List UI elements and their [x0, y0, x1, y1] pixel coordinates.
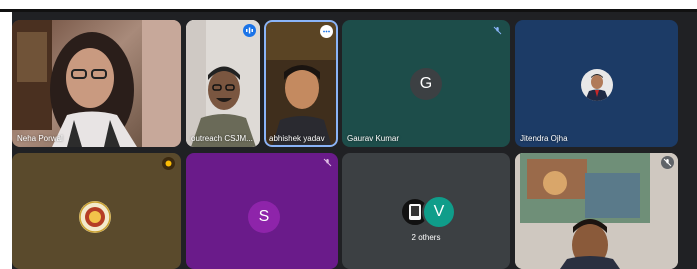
- participant-video: [186, 20, 260, 147]
- participant-tile-outreach[interactable]: outreach CSJM...: [186, 20, 260, 147]
- avatar: S: [248, 201, 280, 233]
- participant-tile-jitendra[interactable]: Jitendra Ojha: [515, 20, 678, 147]
- participant-tile-logo[interactable]: [12, 153, 181, 269]
- avatar: V: [422, 195, 456, 229]
- avatar: [581, 69, 613, 101]
- muted-mic-icon: [661, 156, 674, 169]
- meeting-stage: Neha Porwal outreach CSJM... abhishek ya…: [12, 12, 697, 269]
- more-options-icon[interactable]: [320, 25, 333, 38]
- others-tile[interactable]: V 2 others: [342, 153, 510, 269]
- raised-hand-icon: [162, 157, 175, 170]
- avatar: G: [410, 68, 442, 100]
- muted-mic-icon: [321, 156, 334, 169]
- participant-tile-abhishek[interactable]: abhishek yadav: [264, 20, 338, 147]
- participant-video: [264, 20, 338, 147]
- participant-name: Neha Porwal: [17, 134, 63, 143]
- participant-name: abhishek yadav: [269, 134, 325, 143]
- participant-tile-neha[interactable]: Neha Porwal: [12, 20, 181, 147]
- participant-name: Jitendra Ojha: [520, 134, 568, 143]
- audio-activity-icon: [243, 24, 256, 37]
- participant-tile-person[interactable]: [515, 153, 678, 269]
- participant-tile-s[interactable]: S: [186, 153, 338, 269]
- participant-name: Gaurav Kumar: [347, 134, 400, 143]
- participant-name: outreach CSJM...: [191, 134, 253, 143]
- participant-video: [515, 153, 678, 269]
- others-label: 2 others: [411, 233, 441, 242]
- muted-mic-icon: [491, 24, 504, 37]
- university-logo: [79, 201, 111, 233]
- participant-tile-gaurav[interactable]: G Gaurav Kumar: [342, 20, 510, 147]
- window-top-edge: [0, 0, 697, 8]
- participant-video: [12, 20, 181, 147]
